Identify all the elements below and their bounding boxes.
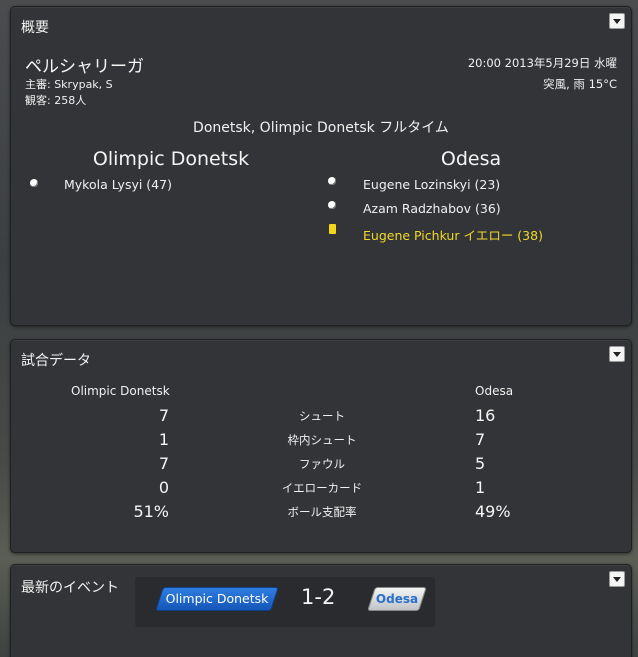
stat-home-value: 1 bbox=[158, 430, 169, 449]
away-event[interactable]: Eugene Lozinskyi (23) bbox=[363, 177, 500, 192]
match-result-line: Donetsk, Olimpic Donetsk フルタイム bbox=[193, 120, 449, 136]
competition-name[interactable]: ペルシャリーガ bbox=[25, 52, 144, 77]
stats-home-team: Olimpic Donetsk bbox=[71, 384, 170, 398]
match-datetime: 20:00 2013年5月29日 水曜 bbox=[467, 56, 617, 70]
stat-away-value: 16 bbox=[475, 406, 496, 425]
stat-home-value: 7 bbox=[158, 454, 169, 473]
stat-home-value: 7 bbox=[158, 406, 169, 425]
attendance: 観客: 258人 bbox=[25, 94, 87, 107]
away-team-badge[interactable]: Odesa bbox=[367, 587, 427, 611]
stat-label: 枠内シュート bbox=[287, 433, 357, 447]
match-stats-panel: 試合データ Olimpic Donetsk Odesa 7 シュート 16 1 … bbox=[10, 339, 632, 553]
stats-away-team: Odesa bbox=[475, 384, 514, 398]
away-team-name[interactable]: Odesa bbox=[371, 148, 571, 170]
home-team-name[interactable]: Olimpic Donetsk bbox=[71, 148, 271, 170]
scoreboard: Olimpic Donetsk 1-2 Odesa bbox=[135, 577, 435, 627]
home-team-badge-label: Olimpic Donetsk bbox=[165, 591, 269, 606]
away-team-badge-label: Odesa bbox=[375, 592, 419, 606]
overview-collapse-button[interactable] bbox=[609, 13, 625, 29]
chevron-down-icon bbox=[613, 352, 621, 357]
stats-collapse-button[interactable] bbox=[609, 346, 625, 362]
stat-away-value: 49% bbox=[475, 502, 511, 521]
stat-label: ボール支配率 bbox=[287, 505, 357, 519]
weather: 突風, 雨 15°C bbox=[543, 77, 617, 91]
latest-events-title: 最新のイベント bbox=[21, 580, 119, 596]
referee: 主審: Skrypak, S bbox=[25, 78, 113, 91]
stat-home-value: 0 bbox=[158, 478, 169, 497]
overview-panel: 概要 ペルシャリーガ 主審: Skrypak, S 観客: 258人 20:00… bbox=[10, 6, 632, 326]
overview-title: 概要 bbox=[21, 20, 49, 36]
stat-away-value: 7 bbox=[475, 430, 486, 449]
ball-icon bbox=[328, 177, 336, 185]
latest-events-panel: 最新のイベント Olimpic Donetsk 1-2 Odesa bbox=[10, 564, 632, 657]
stat-label: ファウル bbox=[299, 457, 345, 471]
home-team-badge[interactable]: Olimpic Donetsk bbox=[155, 587, 279, 611]
stat-home-value: 51% bbox=[133, 502, 169, 521]
away-event-yellow-card[interactable]: Eugene Pichkur イエロー (38) bbox=[363, 225, 543, 244]
away-event[interactable]: Azam Radzhabov (36) bbox=[363, 201, 501, 216]
ball-icon bbox=[30, 179, 38, 187]
latest-collapse-button[interactable] bbox=[609, 571, 625, 587]
home-event[interactable]: Mykola Lysyi (47) bbox=[64, 177, 172, 192]
yellow-card-icon bbox=[329, 224, 336, 234]
score: 1-2 bbox=[301, 585, 336, 609]
stats-title: 試合データ bbox=[21, 353, 91, 369]
stat-label: シュート bbox=[299, 409, 345, 423]
chevron-down-icon bbox=[613, 19, 621, 24]
stat-away-value: 5 bbox=[475, 454, 486, 473]
ball-icon bbox=[328, 201, 336, 209]
chevron-down-icon bbox=[613, 577, 621, 582]
stat-away-value: 1 bbox=[475, 478, 486, 497]
stat-label: イエローカード bbox=[281, 481, 363, 495]
